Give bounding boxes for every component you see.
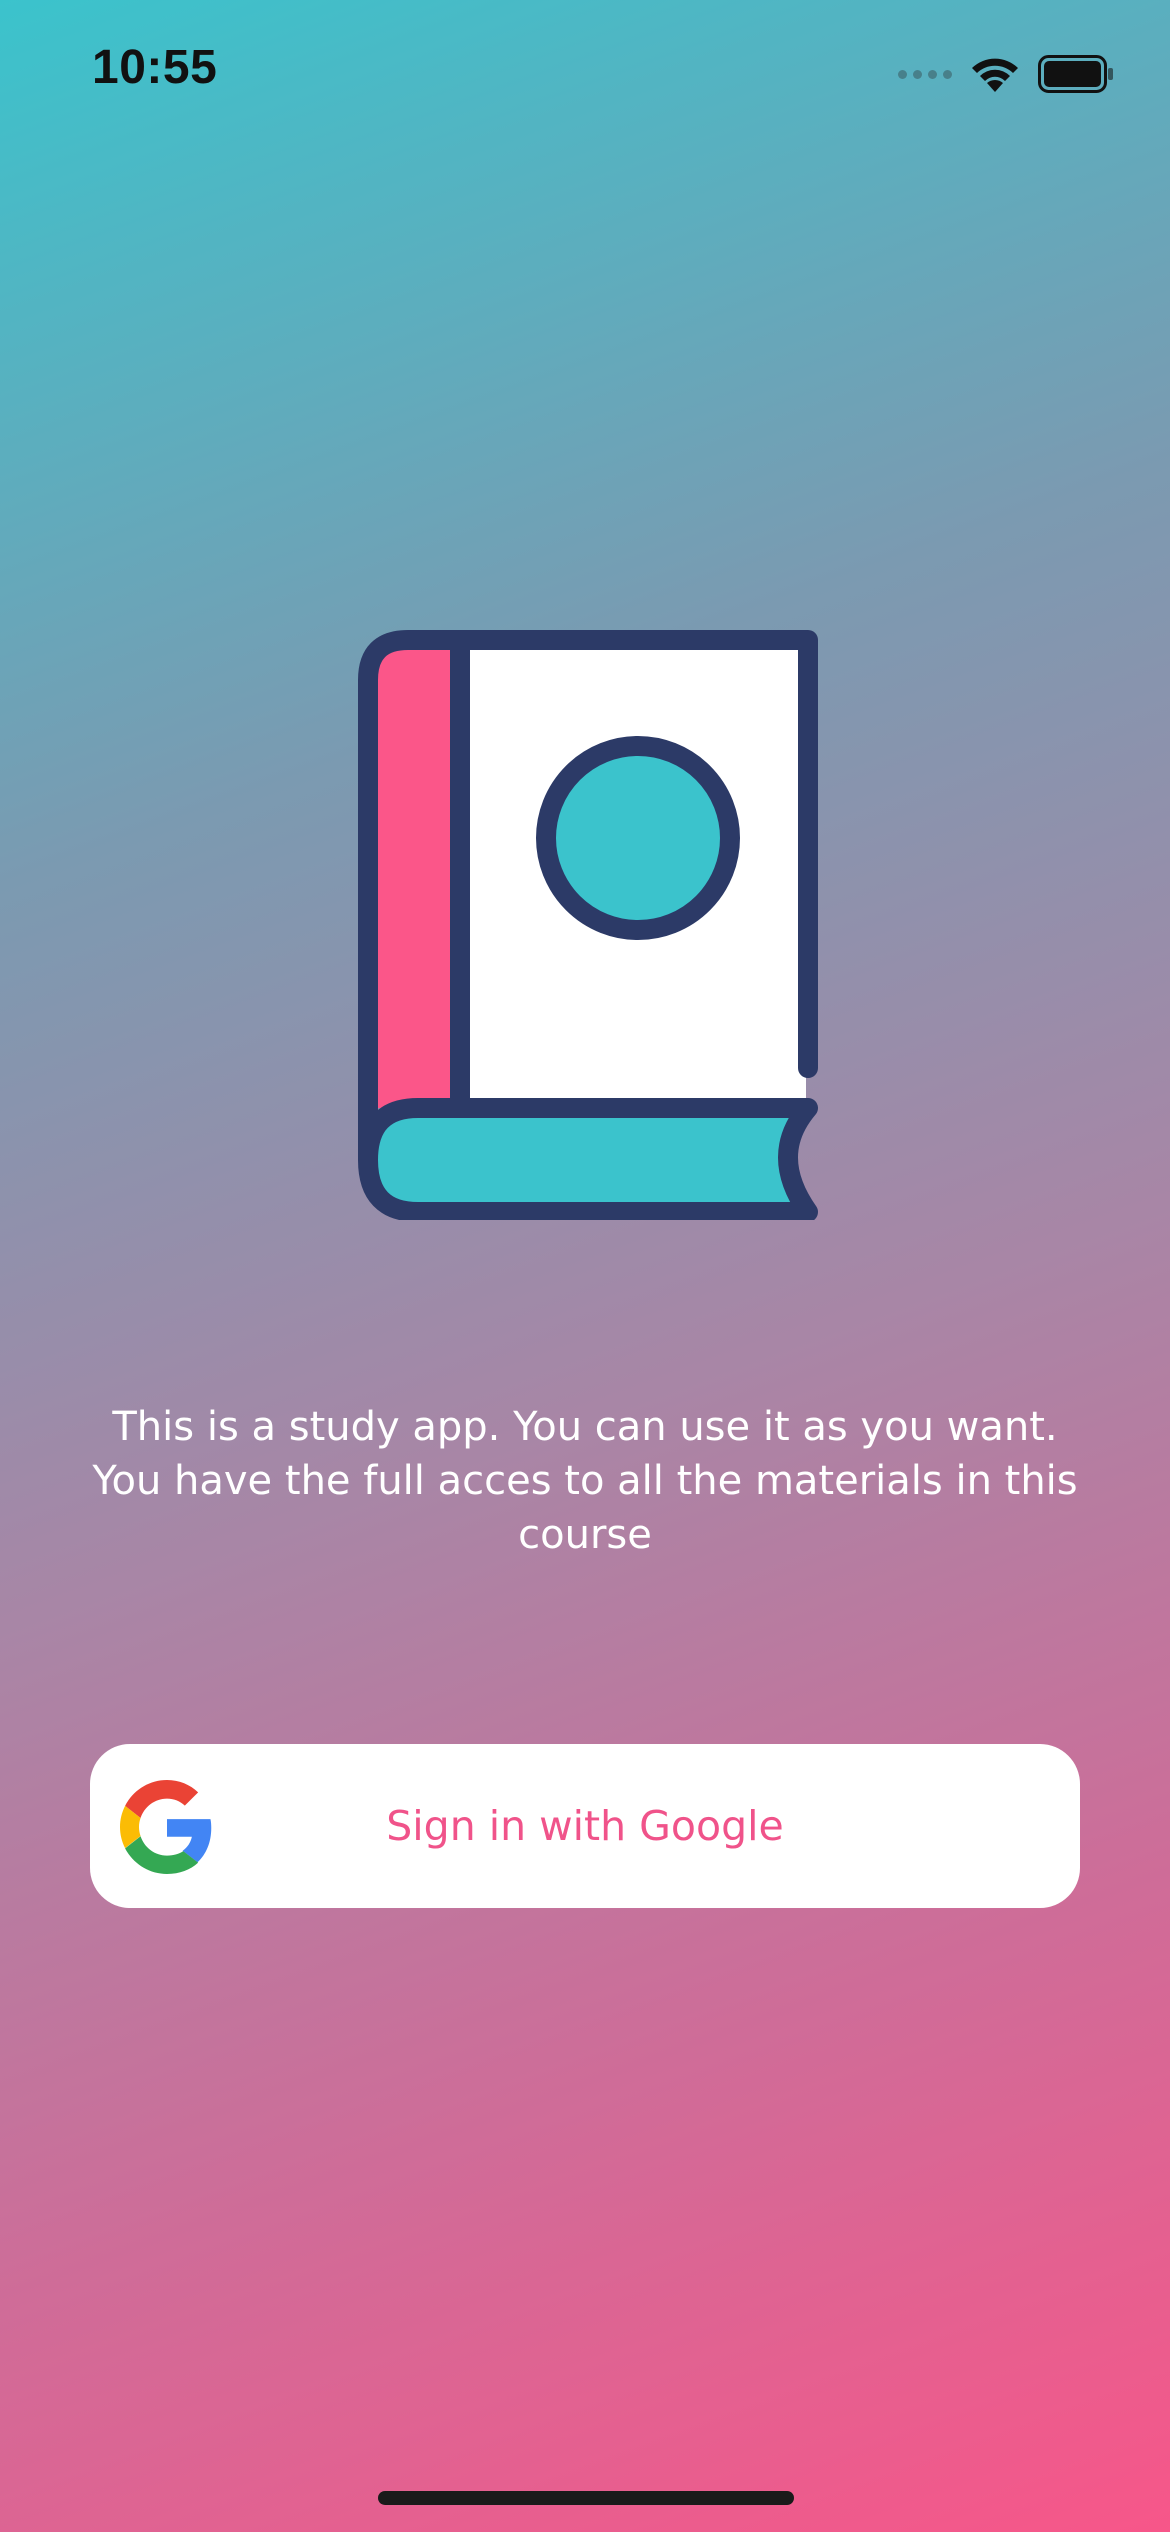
book-icon bbox=[358, 630, 818, 1220]
status-icons bbox=[898, 52, 1114, 96]
home-indicator[interactable] bbox=[378, 2491, 794, 2505]
wifi-icon bbox=[972, 58, 1018, 92]
sign-in-google-label: Sign in with Google bbox=[386, 1802, 784, 1850]
status-bar: 10:55 bbox=[0, 0, 1170, 150]
cellular-signal-icon bbox=[898, 69, 952, 79]
google-g-icon bbox=[120, 1780, 212, 1874]
status-time: 10:55 bbox=[92, 41, 218, 94]
battery-icon bbox=[1038, 55, 1113, 93]
description-text: This is a study app. You can use it as y… bbox=[92, 1404, 1078, 1558]
sign-in-google-button[interactable]: Sign in with Google bbox=[90, 1744, 1080, 1908]
